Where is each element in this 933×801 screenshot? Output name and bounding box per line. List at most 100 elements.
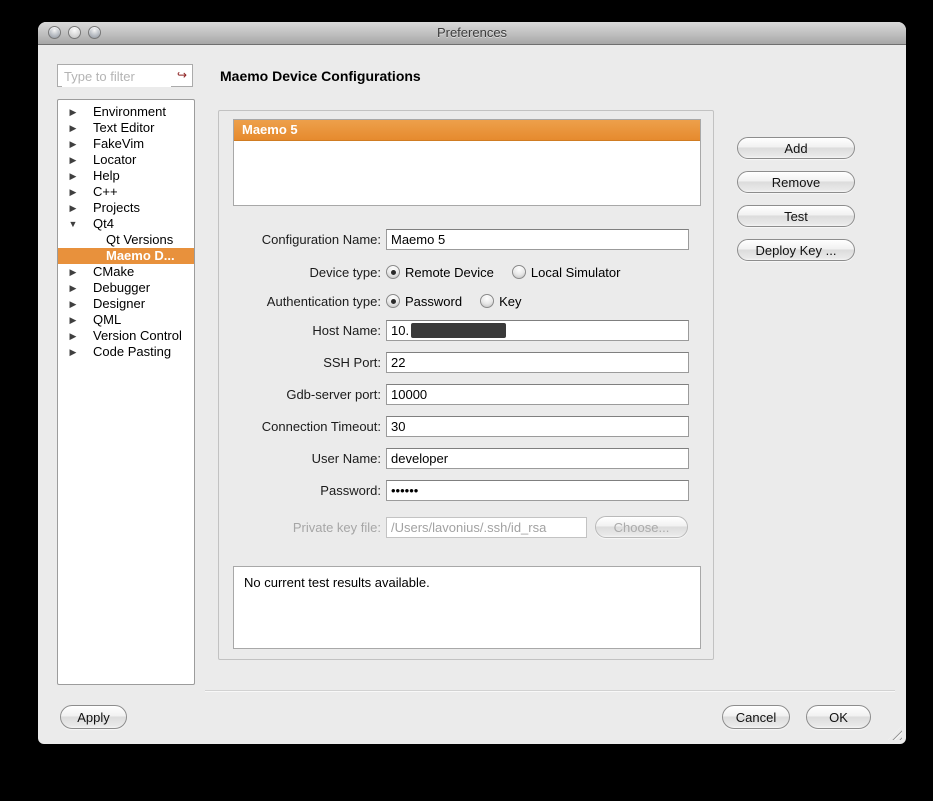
redaction-box	[411, 323, 506, 338]
sidebar-item-qt4[interactable]: ▼ Qt4	[58, 216, 194, 232]
local-simulator-label: Local Simulator	[531, 265, 621, 280]
authentication-type-label: Authentication type:	[219, 294, 386, 309]
disclosure-triangle-expanded-icon[interactable]: ▼	[66, 216, 80, 232]
sidebar-item-cpp[interactable]: ▶ C++	[58, 184, 194, 200]
sidebar-item-maemo-device[interactable]: Maemo D...	[58, 248, 194, 264]
password-row: Password:	[219, 480, 689, 501]
sidebar-item-cmake[interactable]: ▶ CMake	[58, 264, 194, 280]
sidebar-item-version-control[interactable]: ▶ Version Control	[58, 328, 194, 344]
user-name-input[interactable]	[386, 448, 689, 469]
resize-grip-icon[interactable]	[888, 726, 902, 740]
disclosure-triangle-icon[interactable]: ▶	[66, 296, 80, 312]
test-results-box: No current test results available.	[233, 566, 701, 649]
sidebar-item-label: Locator	[93, 152, 136, 167]
remote-device-radio[interactable]: Remote Device	[386, 265, 494, 280]
footer-separator	[205, 690, 895, 691]
disclosure-triangle-icon[interactable]: ▶	[66, 104, 80, 120]
disclosure-triangle-icon[interactable]: ▶	[66, 280, 80, 296]
sidebar-item-label: Designer	[93, 296, 145, 311]
private-key-file-label: Private key file:	[219, 520, 386, 535]
disclosure-triangle-icon[interactable]: ▶	[66, 120, 80, 136]
sidebar-item-label: Environment	[93, 104, 166, 119]
deploy-key-button[interactable]: Deploy Key ...	[737, 239, 855, 261]
radio-selected-icon[interactable]	[386, 294, 400, 308]
configuration-name-row: Configuration Name:	[219, 229, 689, 250]
test-results-message: No current test results available.	[244, 575, 430, 590]
title-bar[interactable]: Preferences	[38, 22, 906, 45]
disclosure-triangle-icon[interactable]: ▶	[66, 152, 80, 168]
radio-unselected-icon[interactable]	[512, 265, 526, 279]
sidebar-item-label: Version Control	[93, 328, 182, 343]
key-option-label: Key	[499, 294, 521, 309]
disclosure-triangle-icon[interactable]: ▶	[66, 264, 80, 280]
configuration-name-input[interactable]	[386, 229, 689, 250]
device-type-row: Device type: Remote Device Local Simulat…	[219, 264, 689, 280]
remove-button[interactable]: Remove	[737, 171, 855, 193]
ok-button[interactable]: OK	[806, 705, 871, 729]
device-type-label: Device type:	[219, 265, 386, 280]
disclosure-triangle-icon[interactable]: ▶	[66, 328, 80, 344]
sidebar-item-label: Qt4	[93, 216, 114, 231]
host-name-row: Host Name: 10.	[219, 320, 689, 341]
filter-field-wrap: ↪	[57, 64, 193, 87]
ssh-port-input[interactable]	[386, 352, 689, 373]
device-configurations-list: Maemo 5	[233, 119, 701, 206]
config-panel: Maemo 5 Configuration Name: Device type:…	[218, 110, 714, 660]
sidebar-item-label: C++	[93, 184, 118, 199]
authentication-type-row: Authentication type: Password Key	[219, 293, 689, 309]
disclosure-triangle-icon[interactable]: ▶	[66, 136, 80, 152]
sidebar-item-qt-versions[interactable]: Qt Versions	[58, 232, 194, 248]
filter-input[interactable]	[62, 66, 171, 87]
gdb-server-port-row: Gdb-server port:	[219, 384, 689, 405]
key-radio[interactable]: Key	[480, 294, 521, 309]
radio-unselected-icon[interactable]	[480, 294, 494, 308]
sidebar-item-code-pasting[interactable]: ▶ Code Pasting	[58, 344, 194, 360]
disclosure-triangle-icon[interactable]: ▶	[66, 184, 80, 200]
sidebar-item-label: FakeVim	[93, 136, 144, 151]
test-button[interactable]: Test	[737, 205, 855, 227]
sidebar-item-locator[interactable]: ▶ Locator	[58, 152, 194, 168]
choose-button: Choose...	[595, 516, 688, 538]
sidebar-item-text-editor[interactable]: ▶ Text Editor	[58, 120, 194, 136]
sidebar-item-label: Projects	[93, 200, 140, 215]
sidebar-item-designer[interactable]: ▶ Designer	[58, 296, 194, 312]
connection-timeout-label: Connection Timeout:	[219, 419, 386, 434]
private-key-file-input	[386, 517, 587, 538]
sidebar-item-help[interactable]: ▶ Help	[58, 168, 194, 184]
disclosure-triangle-icon[interactable]: ▶	[66, 168, 80, 184]
sidebar-item-label: CMake	[93, 264, 134, 279]
password-label: Password:	[219, 483, 386, 498]
disclosure-triangle-icon[interactable]: ▶	[66, 200, 80, 216]
sidebar-item-debugger[interactable]: ▶ Debugger	[58, 280, 194, 296]
remote-device-label: Remote Device	[405, 265, 494, 280]
disclosure-triangle-icon[interactable]: ▶	[66, 344, 80, 360]
sidebar-tree: ▶ Environment ▶ Text Editor ▶ FakeVim ▶ …	[57, 99, 195, 685]
user-name-row: User Name:	[219, 448, 689, 469]
disclosure-triangle-icon[interactable]: ▶	[66, 312, 80, 328]
local-simulator-radio[interactable]: Local Simulator	[512, 265, 621, 280]
list-item-maemo5[interactable]: Maemo 5	[234, 120, 700, 141]
sidebar-item-qml[interactable]: ▶ QML	[58, 312, 194, 328]
private-key-file-row: Private key file: Choose...	[219, 516, 689, 538]
password-radio[interactable]: Password	[386, 294, 462, 309]
apply-button[interactable]: Apply	[60, 705, 127, 729]
password-input[interactable]	[386, 480, 689, 501]
sidebar-item-projects[interactable]: ▶ Projects	[58, 200, 194, 216]
sidebar-item-environment[interactable]: ▶ Environment	[58, 104, 194, 120]
sidebar-item-label: Code Pasting	[93, 344, 171, 359]
gdb-server-port-input[interactable]	[386, 384, 689, 405]
add-button[interactable]: Add	[737, 137, 855, 159]
radio-selected-icon[interactable]	[386, 265, 400, 279]
cancel-button[interactable]: Cancel	[722, 705, 790, 729]
filter-clear-icon[interactable]: ↪	[177, 68, 187, 83]
ssh-port-label: SSH Port:	[219, 355, 386, 370]
config-form: Configuration Name: Device type: Remote …	[219, 229, 689, 549]
sidebar-item-label: Debugger	[93, 280, 150, 295]
connection-timeout-input[interactable]	[386, 416, 689, 437]
host-name-input[interactable]: 10.	[386, 320, 689, 341]
window-title: Preferences	[38, 22, 906, 44]
sidebar-item-fakevim[interactable]: ▶ FakeVim	[58, 136, 194, 152]
sidebar-item-label: Text Editor	[93, 120, 154, 135]
host-name-visible-value: 10.	[391, 323, 409, 338]
user-name-label: User Name:	[219, 451, 386, 466]
